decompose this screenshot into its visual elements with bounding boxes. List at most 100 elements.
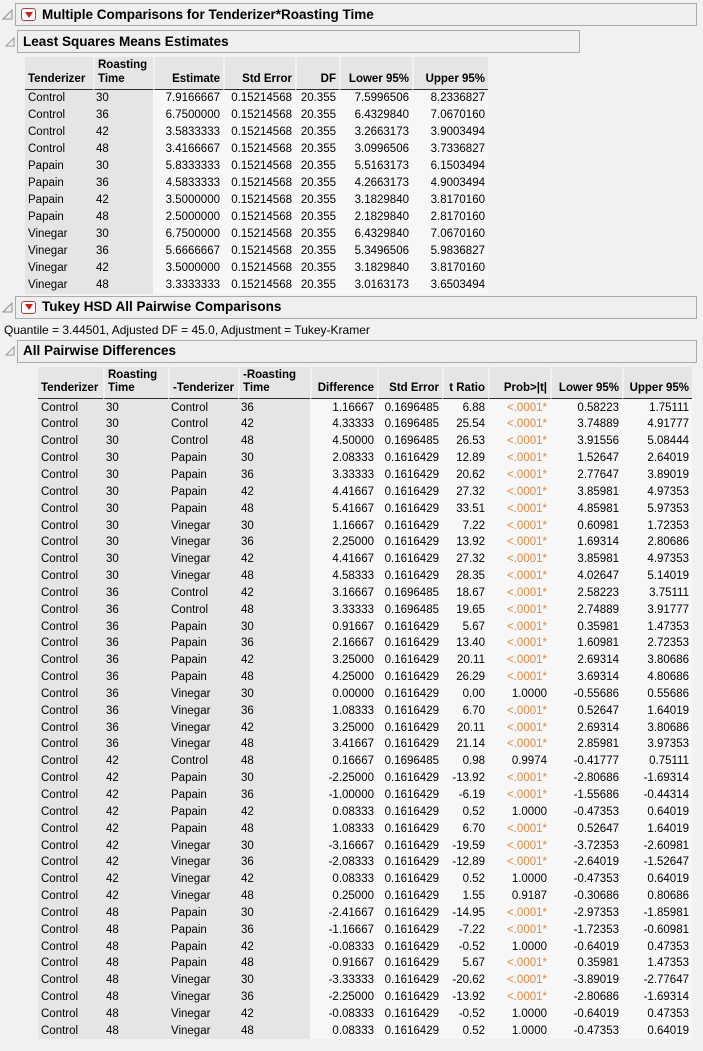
cell: 42 [238,551,310,568]
table-row[interactable]: Control42Control480.166670.16964850.980.… [38,753,692,770]
table-row[interactable]: Control30Papain485.416670.161642933.51<.… [38,500,692,517]
cell: Papain [25,175,93,192]
cell: Papain [25,209,93,226]
red-triangle-menu-button[interactable] [21,8,36,21]
cell: 20.62 [442,467,488,484]
cell: 42 [238,871,310,888]
disclosure-triangle-icon[interactable] [5,37,15,47]
table-row[interactable]: Control30Control424.333330.169648525.54<… [38,416,692,433]
table-row[interactable]: Control30Control361.166670.16964856.88<.… [38,399,692,416]
disclosure-triangle-icon[interactable] [2,9,13,20]
cell: -13.92 [442,989,488,1006]
cell: 0.15214568 [223,107,295,124]
table-row[interactable]: Control36Vinegar300.000000.16164290.001.… [38,686,692,703]
table-row[interactable]: Control42Papain420.083330.16164290.521.0… [38,803,692,820]
table-row[interactable]: Control36Vinegar483.416670.161642921.14<… [38,736,692,753]
table-row[interactable]: Vinegar483.33333330.1521456820.3553.0163… [25,277,488,294]
cell: Control [38,753,103,770]
cell: 0.08333 [310,871,377,888]
table-row[interactable]: Papain482.50000000.1521456820.3552.18298… [25,209,488,226]
disclosure-triangle-icon[interactable] [2,302,13,313]
section-title-bar: Tukey HSD All Pairwise Comparisons [15,296,697,319]
table-row[interactable]: Papain364.58333330.1521456820.3554.26631… [25,175,488,192]
cell: -2.80686 [550,770,622,787]
cell: 3.25000 [310,719,377,736]
table-row[interactable]: Control36Papain484.250000.161642926.29<.… [38,669,692,686]
cell: Control [38,854,103,871]
cell: 4.02647 [550,568,622,585]
cell: 4.33333 [310,416,377,433]
table-row[interactable]: Control48Vinegar42-0.083330.1616429-0.52… [38,1006,692,1023]
red-triangle-menu-button[interactable] [21,301,36,314]
cell: 3.7336827 [412,141,488,158]
table-row[interactable]: Control30Vinegar484.583330.161642928.35<… [38,568,692,585]
cell: -0.64019 [550,938,622,955]
table-row[interactable]: Control42Vinegar36-2.083330.1616429-12.8… [38,854,692,871]
cell: <.0001* [488,989,550,1006]
table-row[interactable]: Control483.41666670.1521456820.3553.0996… [25,141,488,158]
cell: -13.92 [442,770,488,787]
table-row[interactable]: Control30Vinegar362.250000.161642913.92<… [38,534,692,551]
cell: -1.85981 [622,905,692,922]
table-row[interactable]: Vinegar365.66666670.1521456820.3555.3496… [25,243,488,260]
table-row[interactable]: Control36Papain362.166670.161642913.40<.… [38,635,692,652]
table-row[interactable]: Control42Vinegar420.083330.16164290.521.… [38,871,692,888]
table-row[interactable]: Control36Control483.333330.169648519.65<… [38,601,692,618]
cell: 42 [103,770,168,787]
cell: 3.97353 [622,736,692,753]
cell: 0.1616429 [377,702,442,719]
table-row[interactable]: Control48Papain480.916670.16164295.67<.0… [38,955,692,972]
cell: -3.89019 [550,972,622,989]
table-row[interactable]: Control36Vinegar423.250000.161642920.11<… [38,719,692,736]
table-row[interactable]: Control42Papain481.083330.16164296.70<.0… [38,820,692,837]
cell: 0.00000 [310,686,377,703]
table-row[interactable]: Control30Papain302.083330.161642912.89<.… [38,450,692,467]
table-row[interactable]: Control36Control423.166670.169648518.67<… [38,584,692,601]
cell: 19.65 [442,601,488,618]
table-row[interactable]: Control366.75000000.1521456820.3556.4329… [25,107,488,124]
table-row[interactable]: Control48Vinegar480.083330.16164290.521.… [38,1022,692,1039]
table-row[interactable]: Control42Vinegar30-3.166670.1616429-19.5… [38,837,692,854]
table-row[interactable]: Control42Papain36-1.000000.1616429-6.19<… [38,787,692,804]
table-row[interactable]: Control36Papain423.250000.161642920.11<.… [38,652,692,669]
cell: 1.0000 [488,1006,550,1023]
cell: 0.1696485 [377,416,442,433]
table-row[interactable]: Control30Vinegar424.416670.161642927.32<… [38,551,692,568]
table-row[interactable]: Control48Papain30-2.416670.1616429-14.95… [38,905,692,922]
table-row[interactable]: Vinegar306.75000000.1521456820.3556.4329… [25,226,488,243]
table-row[interactable]: Control30Control484.500000.169648526.53<… [38,433,692,450]
cell: Papain [168,635,238,652]
cell: Control [25,107,93,124]
table-row[interactable]: Control30Vinegar301.166670.16164297.22<.… [38,517,692,534]
table-row[interactable]: Vinegar423.50000000.1521456820.3553.1829… [25,260,488,277]
table-row[interactable]: Papain423.50000000.1521456820.3553.18298… [25,192,488,209]
cell: <.0001* [488,500,550,517]
cell: 7.9166667 [153,90,223,107]
cell: 30 [238,450,310,467]
cell: 20.355 [295,158,339,175]
table-row[interactable]: Papain305.83333330.1521456820.3555.51631… [25,158,488,175]
table-row[interactable]: Control48Papain36-1.166670.1616429-7.22<… [38,921,692,938]
table-row[interactable]: Control42Papain30-2.250000.1616429-13.92… [38,770,692,787]
table-row[interactable]: Control30Papain363.333330.161642920.62<.… [38,467,692,484]
cell: 0.15214568 [223,141,295,158]
table-row[interactable]: Control36Papain300.916670.16164295.67<.0… [38,618,692,635]
cell: 0.80686 [622,888,692,905]
cell: 5.08444 [622,433,692,450]
table-row[interactable]: Control48Papain42-0.083330.1616429-0.521… [38,938,692,955]
table-row[interactable]: Control36Vinegar361.083330.16164296.70<.… [38,702,692,719]
table-row[interactable]: Control48Vinegar36-2.250000.1616429-13.9… [38,989,692,1006]
table-row[interactable]: Control42Vinegar480.250000.16164291.550.… [38,888,692,905]
table-row[interactable]: Control423.58333330.1521456820.3553.2663… [25,124,488,141]
table-row[interactable]: Control307.91666670.1521456820.3557.5996… [25,90,488,107]
cell: 0.75111 [622,753,692,770]
cell: 2.74889 [550,601,622,618]
cell: Control [38,652,103,669]
table-row[interactable]: Control30Papain424.416670.161642927.32<.… [38,483,692,500]
cell: 48 [93,141,153,158]
cell: Control [168,601,238,618]
cell: 3.5000000 [153,192,223,209]
disclosure-triangle-icon[interactable] [5,346,15,356]
table-row[interactable]: Control48Vinegar30-3.333330.1616429-20.6… [38,972,692,989]
cell: -12.89 [442,854,488,871]
